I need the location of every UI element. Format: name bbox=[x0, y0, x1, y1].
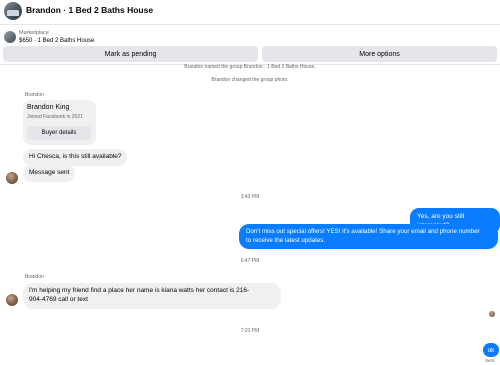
conversation-title[interactable]: Brandon · 1 Bed 2 Baths House bbox=[26, 5, 153, 15]
listing-summary[interactable]: $650 · 1 Bed 2 Baths House bbox=[19, 38, 94, 44]
system-message-named-group: Brandon named the group Brandon · 1 Bed … bbox=[184, 64, 316, 70]
sender-name: Brandon bbox=[25, 92, 44, 98]
sender-name: Brandon bbox=[25, 274, 44, 280]
header-divider bbox=[0, 24, 500, 25]
listing-thumbnail[interactable] bbox=[4, 31, 16, 43]
sender-avatar[interactable] bbox=[6, 172, 18, 184]
system-message-changed-photo: Brandon changed the group photo. bbox=[211, 77, 289, 83]
more-options-button[interactable]: More options bbox=[262, 46, 497, 62]
conversation-header: Brandon · 1 Bed 2 Baths House bbox=[0, 0, 500, 24]
message-bubble-incoming[interactable]: Message sent bbox=[23, 165, 76, 182]
buyer-name: Brandon King bbox=[27, 104, 70, 111]
buyer-card: Brandon King Joined Facebook in 2021 Buy… bbox=[23, 100, 96, 145]
buyer-joined: Joined Facebook in 2021 bbox=[27, 114, 83, 120]
message-line: to receive the latest updates. bbox=[246, 236, 326, 244]
timestamp: 6:47 PM bbox=[240, 258, 260, 264]
timestamp: 3:43 PM bbox=[240, 194, 260, 200]
mark-as-pending-button[interactable]: Mark as pending bbox=[3, 46, 258, 62]
message-bubble-incoming[interactable]: I'm helping my friend find a place her n… bbox=[23, 283, 281, 309]
message-line: I'm helping my friend find a place her n… bbox=[29, 287, 250, 294]
message-line: Don't miss out special offers! YES! it's… bbox=[246, 228, 480, 235]
group-avatar[interactable] bbox=[4, 2, 22, 20]
message-bubble-outgoing[interactable]: Don't miss out special offers! YES! it's… bbox=[239, 224, 498, 250]
sender-avatar[interactable] bbox=[6, 294, 18, 306]
read-receipt-avatar bbox=[489, 311, 495, 317]
buyer-details-button[interactable]: Buyer details bbox=[27, 126, 91, 140]
sent-status: Sent bbox=[485, 358, 495, 363]
message-bubble-incoming[interactable]: Hi Chesca, is this still available? bbox=[23, 149, 128, 166]
timestamp: 7:21 PM bbox=[240, 328, 260, 334]
message-line: 904-4769 call or text bbox=[29, 295, 88, 303]
message-bubble-outgoing[interactable]: ok bbox=[483, 343, 499, 357]
marketplace-label: Marketplace bbox=[19, 30, 49, 36]
